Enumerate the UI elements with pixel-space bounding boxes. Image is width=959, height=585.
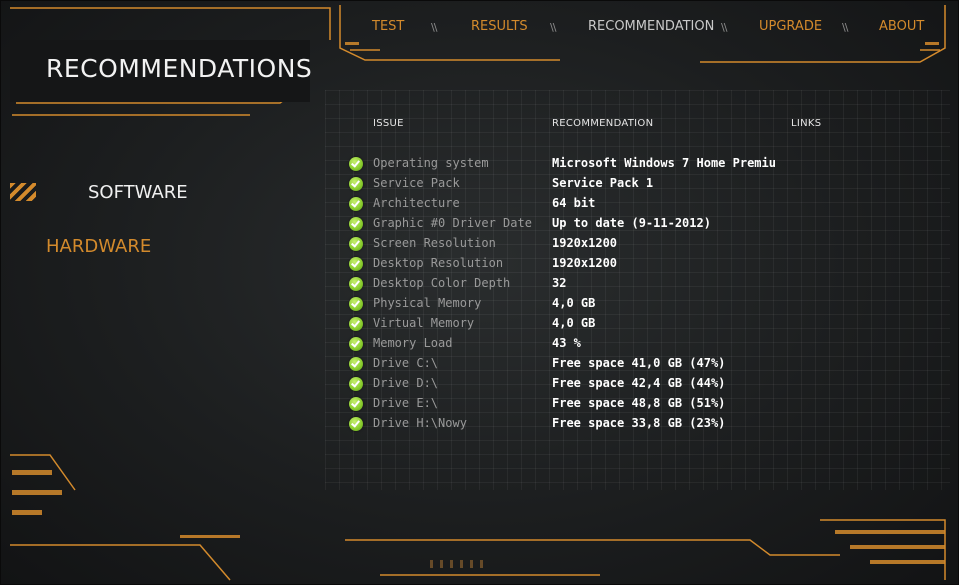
nav-separator: \\ — [550, 21, 557, 34]
issue-label: Service Pack — [373, 176, 460, 190]
table-row: Drive H:\Nowy Free space 33,8 GB (23%) — [349, 414, 779, 434]
issue-label: Drive H:\Nowy — [373, 416, 467, 430]
issue-label: Desktop Resolution — [373, 256, 504, 270]
issue-label: Screen Resolution — [373, 236, 496, 250]
nav-recommendation[interactable]: RECOMMENDATION — [588, 19, 714, 34]
recommendation-value: 43 % — [552, 336, 581, 350]
column-header-links: LINKS — [791, 118, 822, 129]
table-row: Architecture 64 bit — [349, 194, 779, 214]
table-row: Screen Resolution 1920x1200 — [349, 234, 779, 254]
check-circle-icon — [349, 197, 363, 211]
recommendation-value: 32 — [552, 276, 567, 290]
column-header-recommendation: RECOMMENDATION — [552, 118, 654, 129]
check-circle-icon — [349, 217, 363, 231]
recommendation-value: Up to date (9-11-2012) — [552, 216, 711, 230]
recommendation-value: 1920x1200 — [552, 236, 618, 250]
issue-label: Physical Memory — [373, 296, 482, 310]
nav-results[interactable]: RESULTS — [471, 19, 528, 34]
table-row: Memory Load 43 % — [349, 334, 779, 354]
issue-label: Architecture — [373, 196, 460, 210]
sidebar-item-hardware[interactable]: HARDWARE — [46, 236, 151, 257]
table-row: Physical Memory 4,0 GB — [349, 294, 779, 314]
column-header-issue: ISSUE — [373, 118, 404, 129]
recommendation-value: 64 bit — [552, 196, 596, 210]
check-circle-icon — [349, 317, 363, 331]
check-circle-icon — [349, 297, 363, 311]
table-row: Desktop Color Depth 32 — [349, 274, 779, 294]
issue-label: Memory Load — [373, 336, 453, 350]
issue-label: Virtual Memory — [373, 316, 475, 330]
issue-label: Drive C:\ — [373, 356, 439, 370]
check-circle-icon — [349, 237, 363, 251]
issue-label: Desktop Color Depth — [373, 276, 511, 290]
nav-about[interactable]: ABOUT — [879, 19, 924, 34]
check-circle-icon — [349, 157, 363, 171]
issue-label: Drive D:\ — [373, 376, 439, 390]
sidebar-item-software[interactable]: SOFTWARE — [88, 182, 188, 203]
recommendation-value: 4,0 GB — [552, 316, 596, 330]
recommendation-value: Service Pack 1 — [552, 176, 654, 190]
check-circle-icon — [349, 357, 363, 371]
check-circle-icon — [349, 177, 363, 191]
check-circle-icon — [349, 337, 363, 351]
active-item-marker-icon — [10, 183, 36, 201]
table-row: Drive C:\ Free space 41,0 GB (47%) — [349, 354, 779, 374]
nav-separator: \\ — [431, 21, 438, 34]
recommendation-value: Microsoft Windows 7 Home Premium ( — [552, 156, 776, 170]
table-row: Drive D:\ Free space 42,4 GB (44%) — [349, 374, 779, 394]
nav-separator: \\ — [721, 21, 728, 34]
table-row: Desktop Resolution 1920x1200 — [349, 254, 779, 274]
table-row: Service Pack Service Pack 1 — [349, 174, 779, 194]
recommendation-value: Free space 33,8 GB (23%) — [552, 416, 726, 430]
recommendation-value: 4,0 GB — [552, 296, 596, 310]
nav-test[interactable]: TEST — [372, 19, 404, 34]
recommendation-value: 1920x1200 — [552, 256, 618, 270]
issue-label: Operating system — [373, 156, 489, 170]
table-row: Operating system Microsoft Windows 7 Hom… — [349, 154, 779, 174]
recommendation-value: Free space 42,4 GB (44%) — [552, 376, 726, 390]
issue-label: Drive E:\ — [373, 396, 439, 410]
page-title: RECOMMENDATIONS — [46, 54, 313, 83]
check-circle-icon — [349, 377, 363, 391]
check-circle-icon — [349, 417, 363, 431]
table-row: Graphic #0 Driver Date Up to date (9-11-… — [349, 214, 779, 234]
table-row: Virtual Memory 4,0 GB — [349, 314, 779, 334]
check-circle-icon — [349, 397, 363, 411]
check-circle-icon — [349, 257, 363, 271]
table-row: Drive E:\ Free space 48,8 GB (51%) — [349, 394, 779, 414]
recommendation-value: Free space 48,8 GB (51%) — [552, 396, 726, 410]
check-circle-icon — [349, 277, 363, 291]
recommendation-value: Free space 41,0 GB (47%) — [552, 356, 726, 370]
nav-upgrade[interactable]: UPGRADE — [759, 19, 822, 34]
issue-label: Graphic #0 Driver Date — [373, 216, 532, 230]
nav-separator: \\ — [842, 21, 849, 34]
